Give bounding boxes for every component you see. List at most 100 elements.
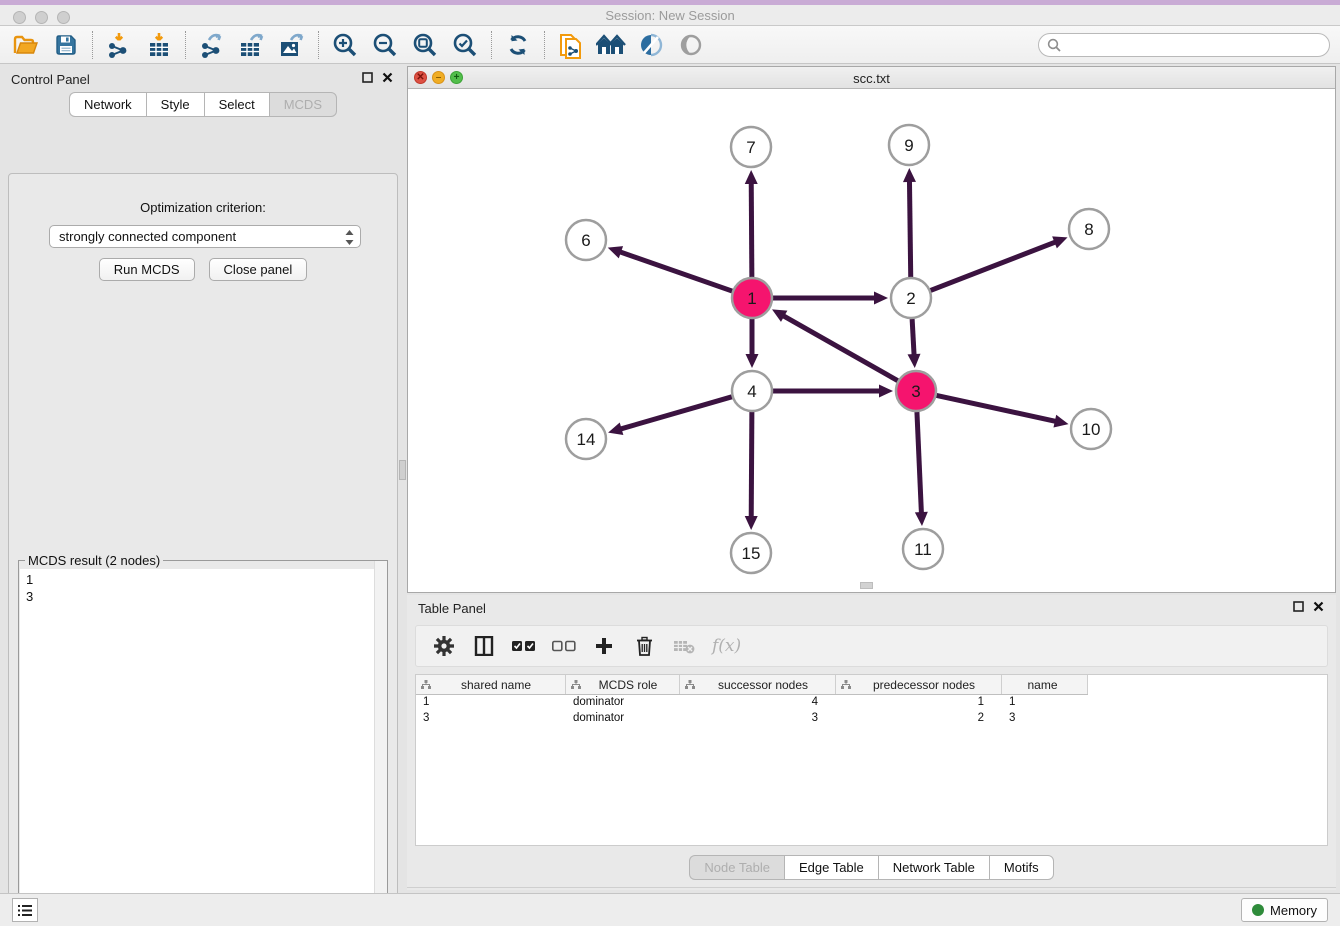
refresh-icon[interactable] <box>498 29 538 61</box>
graph-edge-3-10[interactable] <box>937 395 1058 421</box>
delete-row-icon[interactable] <box>632 634 656 658</box>
zoom-fit-icon[interactable] <box>405 29 445 61</box>
save-session-icon[interactable] <box>46 29 86 61</box>
table-row[interactable]: 3dominator323 <box>416 711 1327 727</box>
memory-label: Memory <box>1270 903 1317 918</box>
control-panel-tabs: NetworkStyleSelectMCDS <box>3 92 403 117</box>
graph-edge-1-7[interactable] <box>751 181 752 277</box>
float-table-panel-icon[interactable] <box>1293 601 1304 612</box>
result-scrollbar[interactable] <box>374 561 387 926</box>
search-field[interactable] <box>1038 33 1330 57</box>
delete-table-icon[interactable] <box>672 634 696 658</box>
toggle-view-icon[interactable] <box>671 29 711 61</box>
mcds-result-text[interactable]: 13 <box>20 569 386 926</box>
memory-status-icon <box>1252 904 1264 916</box>
graph-edge-arrowhead <box>745 516 758 530</box>
table-cell: dominator <box>566 695 680 711</box>
select-all-icon[interactable] <box>512 634 536 658</box>
column-header-shared-name[interactable]: shared name <box>416 675 566 694</box>
task-history-button[interactable] <box>12 898 38 922</box>
export-image-icon[interactable] <box>272 29 312 61</box>
tab-select[interactable]: Select <box>204 92 269 117</box>
tab-style[interactable]: Style <box>146 92 204 117</box>
table-panel: Table Panel f(x) shared nameMCDS role <box>407 595 1336 890</box>
graph-node-label: 7 <box>746 138 755 157</box>
graph-edge-2-8[interactable] <box>931 241 1058 290</box>
close-table-panel-icon[interactable] <box>1313 601 1324 612</box>
mcds-result-box: MCDS result (2 nodes) 13 <box>18 560 388 926</box>
zoom-selected-icon[interactable] <box>445 29 485 61</box>
close-panel-icon[interactable] <box>382 72 393 83</box>
open-session-icon[interactable] <box>6 29 46 61</box>
search-input[interactable] <box>1066 38 1329 52</box>
graph-edge-1-6[interactable] <box>618 251 732 291</box>
tab-network-table[interactable]: Network Table <box>878 855 989 880</box>
network-titlebar: ✕ – + scc.txt <box>408 67 1335 89</box>
column-header-MCDS-role[interactable]: MCDS role <box>566 675 680 694</box>
zoom-in-icon[interactable] <box>325 29 365 61</box>
network-overview-icon[interactable] <box>591 29 631 61</box>
column-header-successor-nodes[interactable]: successor nodes <box>680 675 836 694</box>
tab-mcds[interactable]: MCDS <box>269 92 337 117</box>
network-resize-handle[interactable] <box>860 582 873 589</box>
duplicate-network-icon[interactable] <box>551 29 591 61</box>
panel-splitter-handle[interactable] <box>399 460 406 480</box>
graph-edge-3-1[interactable] <box>782 315 898 381</box>
export-table-icon[interactable] <box>232 29 272 61</box>
graph-node-label: 6 <box>581 231 590 250</box>
graph-edge-4-15[interactable] <box>751 412 752 519</box>
tab-edge-table[interactable]: Edge Table <box>784 855 878 880</box>
graph-edge-3-11[interactable] <box>917 412 922 515</box>
graphics-details-icon[interactable] <box>631 29 671 61</box>
node-table[interactable]: shared nameMCDS rolesuccessor nodesprede… <box>415 674 1328 846</box>
mcds-result-line: 3 <box>26 588 386 605</box>
graph-node-label: 1 <box>747 289 756 308</box>
table-cell: 3 <box>416 711 566 727</box>
network-title: scc.txt <box>408 71 1335 86</box>
import-network-icon[interactable] <box>99 29 139 61</box>
criterion-select[interactable]: strongly connected component <box>49 225 361 248</box>
memory-button[interactable]: Memory <box>1241 898 1328 922</box>
main-toolbar <box>0 26 1340 64</box>
graph-node-label: 4 <box>747 382 756 401</box>
column-header-predecessor-nodes[interactable]: predecessor nodes <box>836 675 1002 694</box>
graph-node-label: 2 <box>906 289 915 308</box>
table-panel-title: Table Panel <box>418 601 486 616</box>
graph-edge-4-14[interactable] <box>619 397 732 430</box>
tab-node-table[interactable]: Node Table <box>689 855 784 880</box>
table-cell: 1 <box>836 695 1002 711</box>
function-builder-icon[interactable]: f(x) <box>712 636 741 656</box>
graph-edge-arrowhead <box>908 354 921 368</box>
graph-edge-arrowhead <box>1053 415 1068 428</box>
titlebar-accent <box>0 0 1340 5</box>
window-titlebar: Session: New Session <box>0 0 1340 26</box>
settings-gear-icon[interactable] <box>432 634 456 658</box>
graph-node-label: 14 <box>577 430 596 449</box>
toolbar-separator <box>185 31 186 59</box>
zoom-out-icon[interactable] <box>365 29 405 61</box>
close-panel-button[interactable]: Close panel <box>209 258 308 281</box>
tab-motifs[interactable]: Motifs <box>989 855 1054 880</box>
graph-node-label: 11 <box>914 540 932 559</box>
columns-icon[interactable] <box>472 634 496 658</box>
graph-edge-arrowhead <box>874 292 888 305</box>
export-network-icon[interactable] <box>192 29 232 61</box>
graph-node-label: 10 <box>1082 420 1101 439</box>
deselect-all-icon[interactable] <box>552 634 576 658</box>
control-panel-title: Control Panel <box>11 72 90 87</box>
table-body: 1dominator4113dominator323 <box>416 695 1327 727</box>
float-panel-icon[interactable] <box>362 72 373 83</box>
run-mcds-button[interactable]: Run MCDS <box>99 258 195 281</box>
graph-node-label: 3 <box>911 382 920 401</box>
network-canvas[interactable]: 7968124314101511 <box>408 89 1335 592</box>
graph-edge-2-9[interactable] <box>909 179 910 277</box>
table-header-row: shared nameMCDS rolesuccessor nodesprede… <box>416 675 1088 695</box>
table-row[interactable]: 1dominator411 <box>416 695 1327 711</box>
graph-edge-arrowhead <box>745 170 758 184</box>
import-table-icon[interactable] <box>139 29 179 61</box>
column-header-name[interactable]: name <box>1002 675 1088 694</box>
add-row-icon[interactable] <box>592 634 616 658</box>
graph-edge-2-3[interactable] <box>912 319 914 357</box>
tab-network[interactable]: Network <box>69 92 146 117</box>
control-panel: Control Panel NetworkStyleSelectMCDS Opt… <box>3 66 403 882</box>
